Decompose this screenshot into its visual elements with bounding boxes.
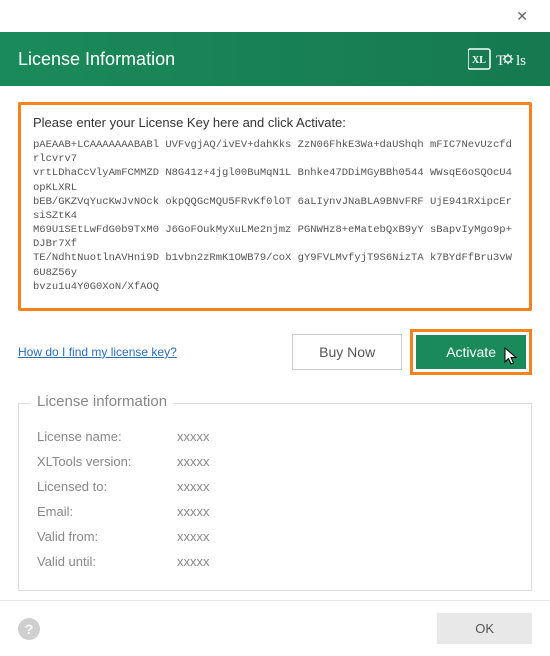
- info-row: Licensed to:xxxxx: [37, 474, 513, 499]
- info-value: xxxxx: [177, 479, 210, 494]
- info-value: xxxxx: [177, 504, 210, 519]
- xltools-logo: XL T ls: [468, 44, 532, 74]
- info-row: Valid from:xxxxx: [37, 524, 513, 549]
- info-row: Email:xxxxx: [37, 499, 513, 524]
- instruction-text: Please enter your License Key here and c…: [33, 115, 517, 130]
- activate-highlight: Activate: [410, 329, 532, 375]
- cursor-icon: [504, 347, 520, 367]
- info-row: Valid until:xxxxx: [37, 549, 513, 574]
- info-label: License name:: [37, 429, 177, 444]
- license-info-fieldset: License information License name:xxxxxXL…: [18, 403, 532, 591]
- svg-text:XL: XL: [472, 55, 486, 66]
- info-label: XLTools version:: [37, 454, 177, 469]
- footer: ? OK: [0, 600, 550, 656]
- fieldset-legend: License information: [31, 393, 173, 410]
- info-value: xxxxx: [177, 554, 210, 569]
- info-label: Valid from:: [37, 529, 177, 544]
- license-key-box: Please enter your License Key here and c…: [18, 102, 532, 311]
- close-icon[interactable]: ✕: [508, 4, 536, 29]
- license-key-input[interactable]: pAEAAB+LCAAAAAAABABl UVFvgjAQ/ivEV+dahKk…: [33, 138, 517, 294]
- info-value: xxxxx: [177, 454, 210, 469]
- content: Please enter your License Key here and c…: [0, 86, 550, 633]
- help-icon[interactable]: ?: [18, 618, 40, 640]
- info-label: Valid until:: [37, 554, 177, 569]
- activate-button-label: Activate: [446, 344, 496, 360]
- info-row: XLTools version:xxxxx: [37, 449, 513, 474]
- info-label: Email:: [37, 504, 177, 519]
- info-value: xxxxx: [177, 429, 210, 444]
- titlebar: ✕: [0, 0, 550, 32]
- svg-text:T: T: [496, 53, 505, 69]
- info-label: Licensed to:: [37, 479, 177, 494]
- actions-row: How do I find my license key? Buy Now Ac…: [18, 329, 532, 375]
- buy-now-button[interactable]: Buy Now: [292, 334, 402, 370]
- info-rows: License name:xxxxxXLTools version:xxxxxL…: [37, 424, 513, 574]
- page-title: License Information: [18, 49, 175, 70]
- svg-text:ls: ls: [516, 53, 526, 69]
- info-value: xxxxx: [177, 529, 210, 544]
- info-row: License name:xxxxx: [37, 424, 513, 449]
- header: License Information XL T ls: [0, 32, 550, 86]
- activate-button[interactable]: Activate: [416, 335, 526, 369]
- ok-button[interactable]: OK: [437, 613, 532, 644]
- find-key-link[interactable]: How do I find my license key?: [18, 345, 177, 359]
- button-group: Buy Now Activate: [292, 329, 532, 375]
